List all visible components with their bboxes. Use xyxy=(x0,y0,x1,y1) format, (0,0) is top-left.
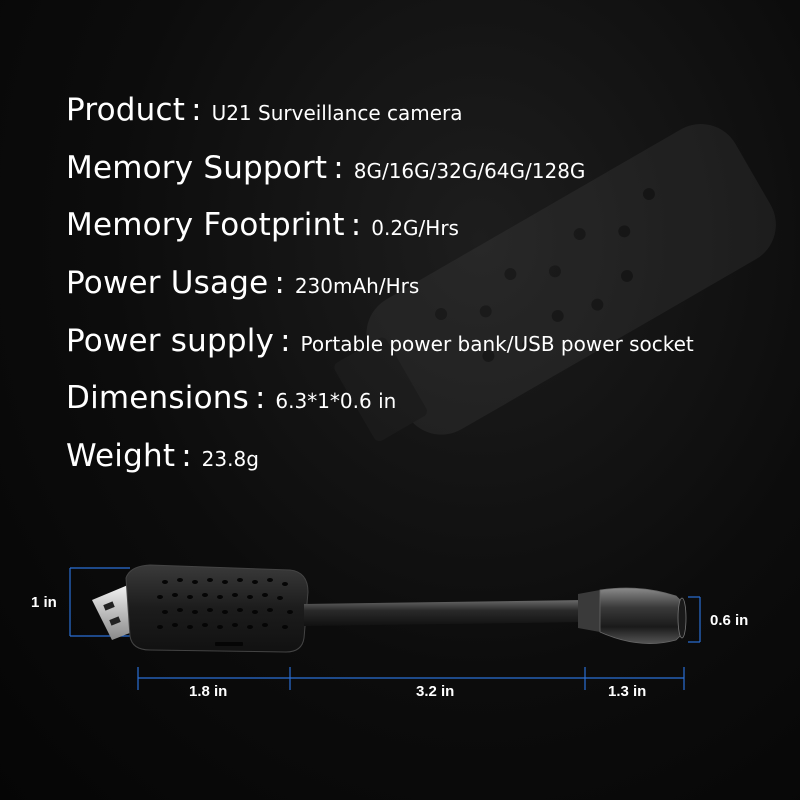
spec-separator: : xyxy=(254,380,266,417)
camera-neck xyxy=(304,600,585,626)
spec-value: 8G/16G/32G/64G/128G xyxy=(353,158,586,183)
dimension-lens-height-label: 0.6 in xyxy=(710,612,749,629)
dimension-neck-length-label: 3.2 in xyxy=(416,683,455,700)
spec-label: Memory Support xyxy=(66,149,328,186)
spec-separator: : xyxy=(350,207,362,244)
product-diagram xyxy=(69,564,701,690)
spec-label: Dimensions xyxy=(66,380,249,417)
spec-row-memory-footprint: Memory Footprint : 0.2G/Hrs xyxy=(66,207,786,265)
dimension-lens-length-label: 1.3 in xyxy=(608,683,647,700)
spec-separator: : xyxy=(274,265,285,302)
spec-separator: : xyxy=(280,322,291,359)
spec-row-memory-support: Memory Support : 8G/16G/32G/64G/128G xyxy=(66,150,786,208)
spec-value: 6.3*1*0.6 in xyxy=(275,389,397,414)
spec-label: Power Usage xyxy=(66,265,269,302)
spec-row-power-supply: Power supply : Portable power bank/USB p… xyxy=(66,323,786,381)
spec-separator: : xyxy=(191,92,202,128)
spec-value: U21 Surveillance camera xyxy=(211,101,463,125)
spec-value: 0.2G/Hrs xyxy=(371,216,459,241)
spec-value: 23.8g xyxy=(201,447,259,472)
spec-value: 230mAh/Hrs xyxy=(294,274,420,299)
spec-label: Power supply xyxy=(66,322,275,359)
camera-body xyxy=(125,564,309,653)
spec-separator: : xyxy=(181,438,192,475)
dimension-body-length-label: 1.8 in xyxy=(189,683,228,700)
camera-lens-head xyxy=(578,587,687,644)
spec-row-product: Product : U21 Surveillance camera xyxy=(66,92,786,150)
spec-label: Memory Footprint xyxy=(66,207,345,244)
spec-label: Product xyxy=(66,92,186,128)
spec-row-power-usage: Power Usage : 230mAh/Hrs xyxy=(66,265,786,323)
spec-row-weight: Weight : 23.8g xyxy=(66,438,786,496)
spec-separator: : xyxy=(333,149,344,186)
spec-label: Weight xyxy=(66,438,176,475)
spec-list: Product : U21 Surveillance camera Memory… xyxy=(66,92,786,496)
spec-value: Portable power bank/USB power socket xyxy=(300,331,694,356)
spec-row-dimensions: Dimensions : 6.3*1*0.6 in xyxy=(66,380,786,438)
dimension-height-label: 1 in xyxy=(31,594,57,611)
